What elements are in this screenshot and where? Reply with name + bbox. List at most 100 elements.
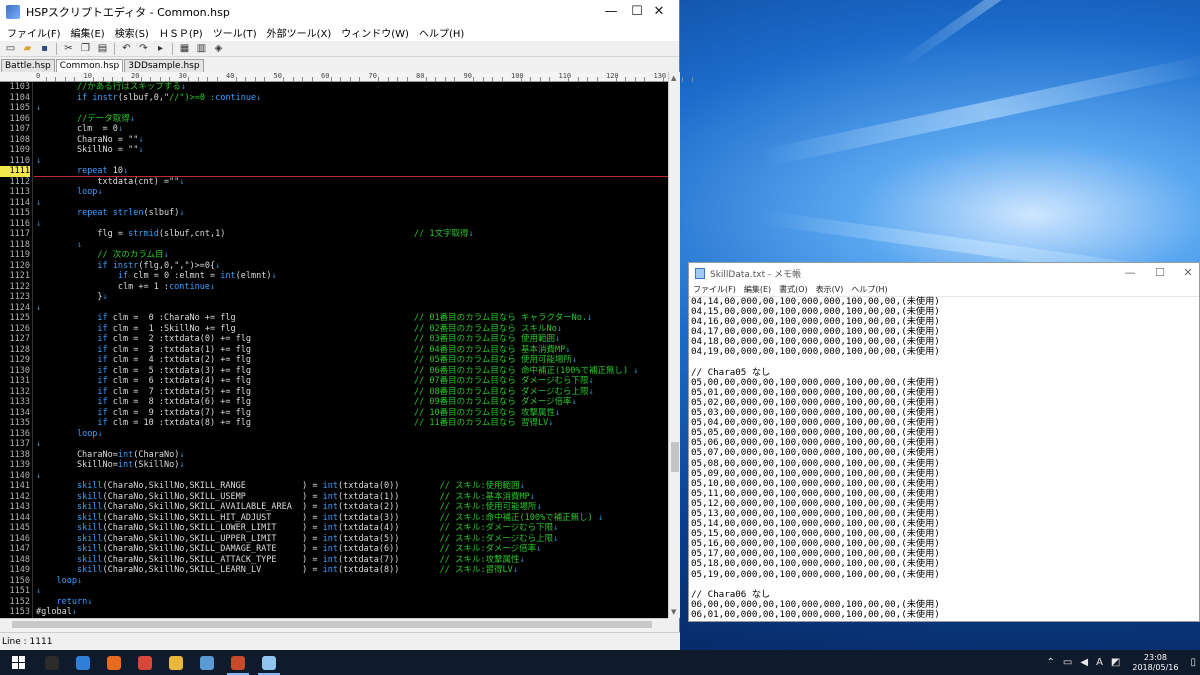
start-button[interactable] [8, 650, 28, 675]
code-line[interactable]: 1150 loop↓ [0, 576, 668, 587]
code-line[interactable]: 1108 CharaNo = ""↓ [0, 135, 668, 146]
code-line[interactable]: 1137 ↓ [0, 439, 668, 450]
tab-common[interactable]: Common.hsp [55, 59, 124, 72]
code-line[interactable]: 1152 return↓ [0, 597, 668, 608]
code-line[interactable]: 1123 }↓ [0, 292, 668, 303]
code-line[interactable]: 1119 // 次のカラム目↓ [0, 250, 668, 261]
notepad-titlebar[interactable]: SkillData.txt - メモ帳 — ☐ ✕ [689, 263, 1199, 283]
horizontal-scrollbar[interactable] [0, 618, 668, 630]
undo-icon[interactable]: ↶ [120, 42, 133, 55]
code-line[interactable]: 1127 if clm = 2 :txtdata(0) += flg // 03番… [0, 334, 668, 345]
menu-window[interactable]: ウィンドウ(W) [336, 25, 414, 40]
code-line[interactable]: 1136 loop↓ [0, 429, 668, 440]
new-file-icon[interactable]: ▭ [4, 42, 17, 55]
hsp-editor-taskbar-button[interactable] [223, 650, 253, 675]
help-icon[interactable]: ◈ [212, 42, 225, 55]
notepad-menu-edit[interactable]: 編集(E) [740, 284, 775, 295]
code-line[interactable]: 1140 ↓ [0, 471, 668, 482]
code-line[interactable]: 1121 if clm = 0 :elmnt = int(elmnt)↓ [0, 271, 668, 282]
compile-icon[interactable]: ▦ [178, 42, 191, 55]
scroll-up-icon[interactable]: ▲ [671, 74, 678, 82]
notepad-taskbar-button[interactable] [254, 650, 284, 675]
code-line[interactable]: 1141 skill(CharaNo,SkillNo,SKILL_RANGE )… [0, 481, 668, 492]
volume-icon[interactable]: ◀ [1080, 657, 1088, 668]
redo-icon[interactable]: ↷ [137, 42, 150, 55]
notepad-menu-help[interactable]: ヘルプ(H) [847, 284, 891, 295]
firefox-taskbar-button[interactable] [99, 650, 129, 675]
document-icon[interactable]: ▥ [195, 42, 208, 55]
ime-mode-icon[interactable]: ◩ [1111, 657, 1120, 668]
code-line[interactable]: 1126 if clm = 1 :SkillNo += flg // 02番目のカ… [0, 324, 668, 335]
code-line[interactable]: 1110 ↓ [0, 156, 668, 167]
notepad-window[interactable]: SkillData.txt - メモ帳 — ☐ ✕ ファイル(F) 編集(E) … [688, 262, 1200, 622]
tab-battle[interactable]: Battle.hsp [1, 59, 55, 72]
code-line[interactable]: 1111 repeat 10↓ [0, 166, 668, 177]
notification-icon[interactable]: ▯ [1190, 657, 1196, 668]
code-line[interactable]: 1139 SkillNo=int(SkillNo)↓ [0, 460, 668, 471]
code-line[interactable]: 1118 ↓ [0, 240, 668, 251]
menu-external-tools[interactable]: 外部ツール(X) [262, 25, 337, 40]
code-line[interactable]: 1120 if instr(flg,0,",")>=0{↓ [0, 261, 668, 272]
code-line[interactable]: 1138 CharaNo=int(CharaNo)↓ [0, 450, 668, 461]
menu-file[interactable]: ファイル(F) [2, 25, 66, 40]
code-line[interactable]: 1144 skill(CharaNo,SkillNo,SKILL_HIT_ADJ… [0, 513, 668, 524]
notepad-menu-view[interactable]: 表示(V) [812, 284, 848, 295]
close-button[interactable]: ✕ [636, 0, 682, 24]
code-line[interactable]: 1112 txtdata(cnt) =""↓ [0, 177, 668, 188]
code-line[interactable]: 1131 if clm = 6 :txtdata(4) += flg // 07番… [0, 376, 668, 387]
notepad-menu-format[interactable]: 書式(O) [775, 284, 812, 295]
copy-icon[interactable]: ❐ [79, 42, 92, 55]
save-icon[interactable]: ▪ [38, 42, 51, 55]
code-line[interactable]: 1147 skill(CharaNo,SkillNo,SKILL_DAMAGE_… [0, 544, 668, 555]
hsp-editor-window[interactable]: HSPスクリプトエディタ - Common.hsp — ☐ ✕ ファイル(F) … [0, 0, 693, 650]
code-line[interactable]: 1109 SkillNo = ""↓ [0, 145, 668, 156]
code-line[interactable]: 1153 #global↓ [0, 607, 668, 618]
clock[interactable]: 23:08 2018/05/16 [1132, 653, 1178, 673]
menu-search[interactable]: 検索(S) [110, 25, 154, 40]
hsp-titlebar[interactable]: HSPスクリプトエディタ - Common.hsp — ☐ ✕ [0, 0, 679, 24]
cut-icon[interactable]: ✂ [62, 42, 75, 55]
notepad-text-area[interactable]: 04,14,00,000,00,100,000,000,100,00,00,(未… [691, 296, 1199, 620]
people-icon[interactable]: ⌃ [1047, 657, 1055, 668]
ime-indicator[interactable]: A [1096, 657, 1103, 668]
vertical-scrollbar[interactable]: ▲ ▼ [668, 72, 680, 618]
code-line[interactable]: 1143 skill(CharaNo,SkillNo,SKILL_AVAILAB… [0, 502, 668, 513]
open-folder-icon[interactable]: ▰ [21, 42, 34, 55]
code-line[interactable]: 1103 //かある行はスキップする↓ [0, 82, 668, 93]
code-editor[interactable]: 1103 //かある行はスキップする↓ 1104 if instr(slbuf,0… [0, 82, 668, 618]
code-line[interactable]: 1130 if clm = 5 :txtdata(3) += flg // 06番… [0, 366, 668, 377]
menu-hsp[interactable]: ＨＳＰ(P) [154, 25, 208, 40]
code-line[interactable]: 1107 clm = 0↓ [0, 124, 668, 135]
chrome-taskbar-button[interactable] [130, 650, 160, 675]
code-line[interactable]: 1133 if clm = 8 :txtdata(6) += flg // 09番… [0, 397, 668, 408]
code-line[interactable]: 1106 //データ取得↓ [0, 114, 668, 125]
code-line[interactable]: 1124 ↓ [0, 303, 668, 314]
menu-edit[interactable]: 編集(E) [66, 25, 110, 40]
code-line[interactable]: 1132 if clm = 7 :txtdata(5) += flg // 08番… [0, 387, 668, 398]
code-line[interactable]: 1115 repeat strlen(slbuf)↓ [0, 208, 668, 219]
code-line[interactable]: 1135 if clm = 10 :txtdata(8) += flg // 11… [0, 418, 668, 429]
code-line[interactable]: 1146 skill(CharaNo,SkillNo,SKILL_UPPER_L… [0, 534, 668, 545]
notepad-close-button[interactable]: ✕ [1173, 263, 1200, 283]
code-line[interactable]: 1105 ↓ [0, 103, 668, 114]
paste-icon[interactable]: ▤ [96, 42, 109, 55]
code-line[interactable]: 1128 if clm = 3 :txtdata(1) += flg // 04番… [0, 345, 668, 356]
network-icon[interactable]: ▭ [1063, 657, 1072, 668]
code-line[interactable]: 1122 clm += 1 :continue↓ [0, 282, 668, 293]
code-line[interactable]: 1129 if clm = 4 :txtdata(2) += flg // 05番… [0, 355, 668, 366]
vertical-scroll-thumb[interactable] [671, 442, 679, 472]
code-line[interactable]: 1142 skill(CharaNo,SkillNo,SKILL_USEMP )… [0, 492, 668, 503]
code-line[interactable]: 1134 if clm = 9 :txtdata(7) += flg // 10番… [0, 408, 668, 419]
scroll-down-icon[interactable]: ▼ [671, 608, 678, 616]
edge-browser-taskbar-button[interactable] [68, 650, 98, 675]
horizontal-scroll-thumb[interactable] [12, 621, 652, 628]
code-line[interactable]: 1145 skill(CharaNo,SkillNo,SKILL_LOWER_L… [0, 523, 668, 534]
notepad-minimize-button[interactable]: — [1115, 263, 1145, 283]
code-line[interactable]: 1151 ↓ [0, 586, 668, 597]
file-explorer-taskbar-button[interactable] [161, 650, 191, 675]
menu-tools[interactable]: ツール(T) [208, 25, 262, 40]
code-line[interactable]: 1117 flg = strmid(slbuf,cnt,1) // 1文字取得↓ [0, 229, 668, 240]
code-line[interactable]: 1104 if instr(slbuf,0,"//")>=0 :continue… [0, 93, 668, 104]
code-line[interactable]: 1149 skill(CharaNo,SkillNo,SKILL_LEARN_L… [0, 565, 668, 576]
notepad-menu-file[interactable]: ファイル(F) [689, 284, 740, 295]
